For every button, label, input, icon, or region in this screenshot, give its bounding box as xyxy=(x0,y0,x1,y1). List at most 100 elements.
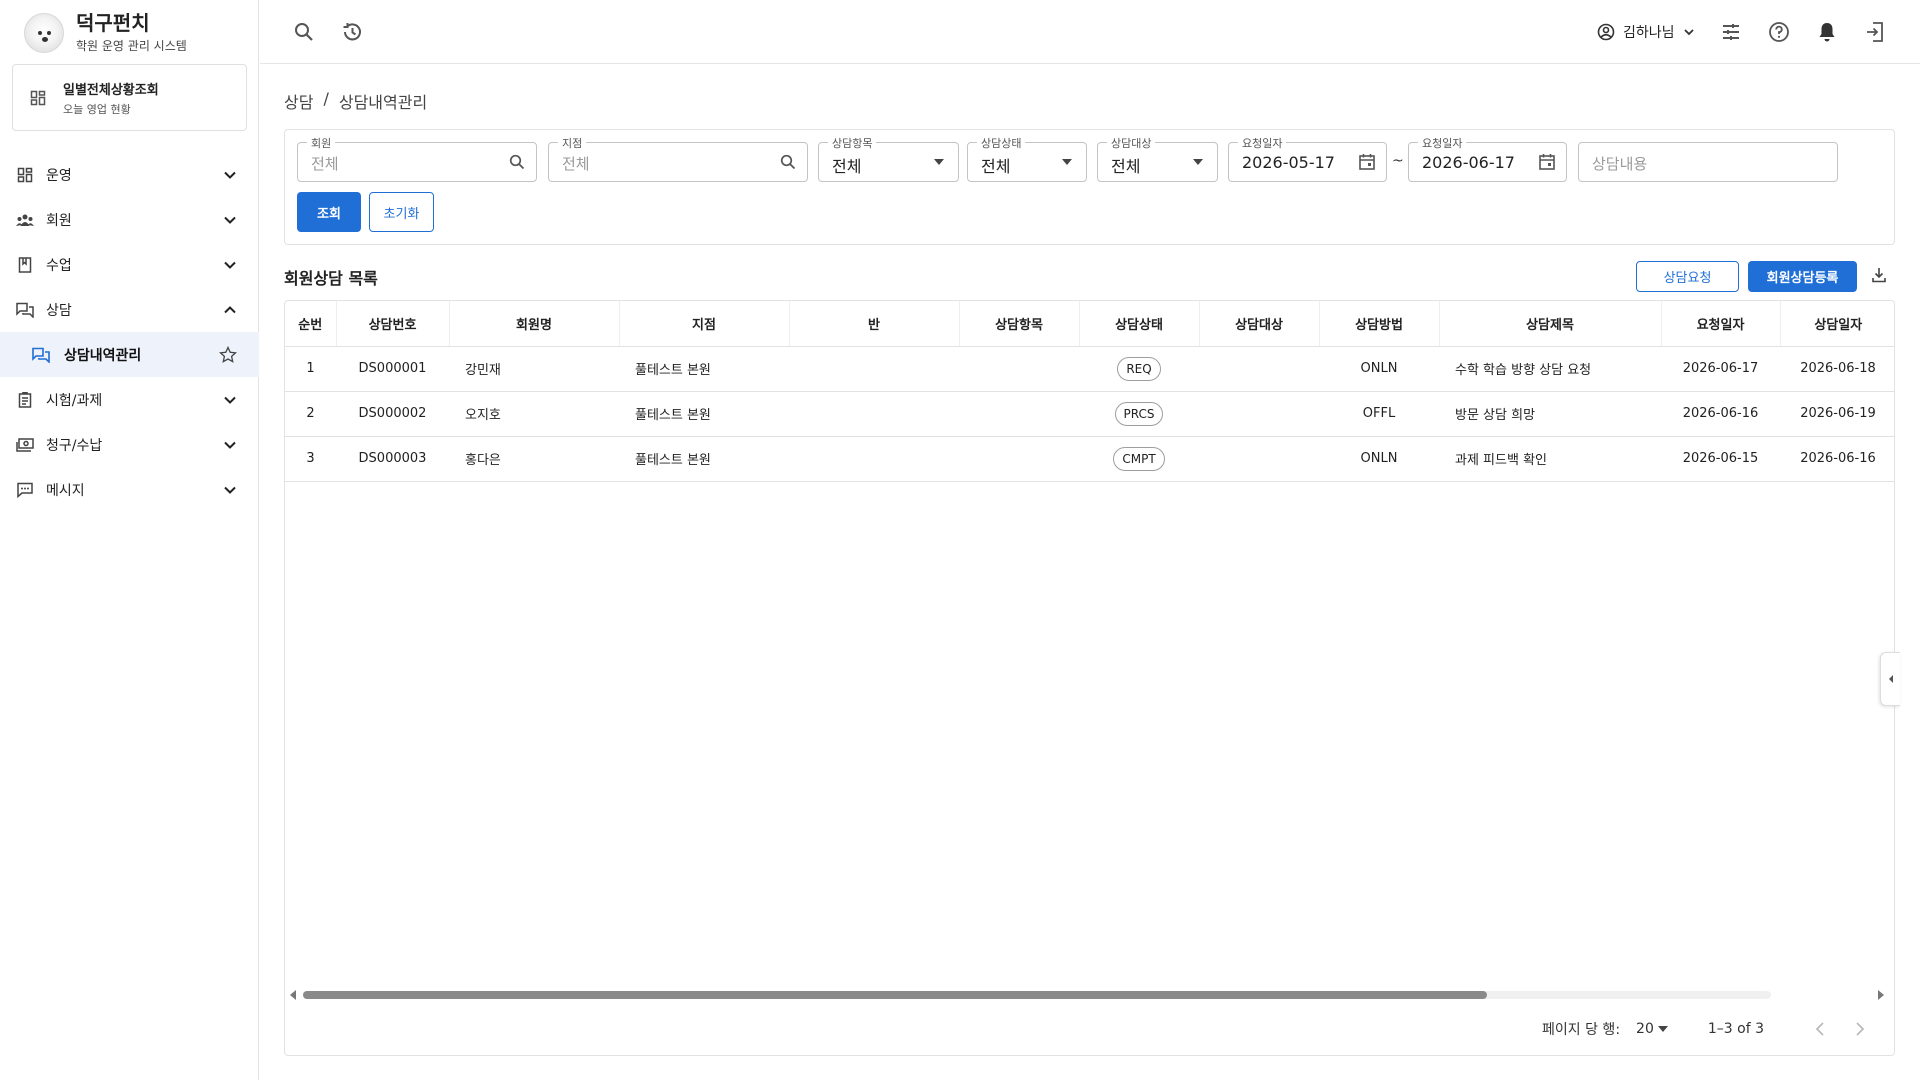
cell-class xyxy=(789,391,959,437)
history-icon[interactable] xyxy=(340,20,364,44)
sidebar-item-class[interactable]: 수업 xyxy=(0,242,259,287)
brand-title: 덕구펀치 xyxy=(76,11,150,35)
sidebar-item-billing[interactable]: 청구/수납 xyxy=(0,422,259,467)
user-menu[interactable]: 김하나님 xyxy=(1597,20,1695,44)
sidebar-item-operation[interactable]: 운영 xyxy=(0,152,259,197)
search-icon[interactable] xyxy=(778,152,798,172)
brand-logo xyxy=(24,13,64,53)
sidebar-item-label: 상담 xyxy=(46,302,72,319)
column-header[interactable]: 회원명 xyxy=(449,301,620,347)
search-icon[interactable] xyxy=(292,20,316,44)
column-header[interactable]: 순번 xyxy=(285,301,337,347)
cell-consult-no: DS000003 xyxy=(336,436,449,482)
table-row[interactable]: 1 DS000001 강민재 풀테스트 본원 REQ ONLN 수학 학습 방향… xyxy=(285,346,1894,392)
caret-down-icon xyxy=(1657,1026,1668,1032)
date-to-value: 2026-06-17 xyxy=(1422,153,1515,172)
sidebar-item-member[interactable]: 회원 xyxy=(0,197,259,242)
brand[interactable]: 덕구펀치 학원 운영 관리 시스템 xyxy=(24,10,187,56)
column-header[interactable]: 지점 xyxy=(619,301,790,347)
consult-register-button[interactable]: 회원상담등록 xyxy=(1748,261,1857,292)
bell-icon[interactable] xyxy=(1815,20,1839,44)
next-page-icon[interactable] xyxy=(1846,1015,1874,1043)
sidebar-item-exam[interactable]: 시험/과제 xyxy=(0,377,259,422)
star-icon[interactable] xyxy=(219,345,237,364)
cell-title: 수학 학습 방향 상담 요청 xyxy=(1439,346,1661,392)
sidebar-item-label: 회원 xyxy=(46,212,72,229)
sidebar-subitem-label: 상담내역관리 xyxy=(64,347,142,364)
cell-category xyxy=(959,436,1079,482)
consult-grid: 순번 상담번호 회원명 지점 반 상담항목 상담상태 상담대상 상담방법 상담제… xyxy=(284,300,1895,1056)
dashboard-shortcut[interactable]: 일별전체상황조회 오늘 영업 현황 xyxy=(12,64,247,131)
brand-subtitle: 학원 운영 관리 시스템 xyxy=(76,39,187,53)
horizontal-scrollbar[interactable] xyxy=(285,985,1894,1003)
column-header[interactable]: 상담항목 xyxy=(959,301,1080,347)
list-title: 회원상담 목록 xyxy=(284,269,378,288)
target-select[interactable]: 상담대상 전체 xyxy=(1097,135,1218,182)
cell-seq: 3 xyxy=(285,436,336,482)
cell-member: 홍다은 xyxy=(449,436,619,482)
breadcrumb-parent[interactable]: 상담 xyxy=(284,89,313,113)
scroll-right-arrow[interactable] xyxy=(1876,989,1886,1001)
table-row[interactable]: 3 DS000003 홍다은 풀테스트 본원 CMPT ONLN 과제 피드백 … xyxy=(285,436,1894,482)
previous-page-icon[interactable] xyxy=(1806,1015,1834,1043)
logout-icon[interactable] xyxy=(1863,20,1887,44)
money-icon xyxy=(16,436,34,454)
column-header[interactable]: 상담일자 xyxy=(1780,301,1894,347)
calendar-icon[interactable] xyxy=(1357,152,1377,172)
date-from-value: 2026-05-17 xyxy=(1242,153,1335,172)
sidebar-item-consult[interactable]: 상담 xyxy=(0,287,259,332)
rows-per-page-select[interactable]: 20 xyxy=(1636,1021,1668,1037)
request-date-from-field[interactable]: 요청일자 2026-05-17 xyxy=(1228,135,1387,182)
download-icon[interactable] xyxy=(1871,267,1887,283)
branch-search-field[interactable]: 지점 전체 xyxy=(548,135,808,182)
column-header[interactable]: 반 xyxy=(789,301,960,347)
member-field-placeholder: 전체 xyxy=(311,155,339,173)
help-icon[interactable] xyxy=(1767,20,1791,44)
cell-target xyxy=(1199,391,1319,437)
caret-down-icon xyxy=(1188,152,1208,172)
column-header[interactable]: 상담번호 xyxy=(336,301,450,347)
scroll-left-arrow[interactable] xyxy=(288,989,298,1001)
category-select[interactable]: 상담항목 전체 xyxy=(818,135,959,182)
column-header[interactable]: 상담대상 xyxy=(1199,301,1320,347)
table-row[interactable]: 2 DS000002 오지호 풀테스트 본원 PRCS OFFL 방문 상담 희… xyxy=(285,391,1894,437)
status-select-value: 전체 xyxy=(981,157,1011,176)
sidebar-subitem-consult-history[interactable]: 상담내역관리 xyxy=(0,332,259,377)
search-button[interactable]: 조회 xyxy=(297,192,361,232)
top-bar: 김하나님 xyxy=(260,0,1920,64)
cell-category xyxy=(959,391,1079,437)
calendar-icon[interactable] xyxy=(1537,152,1557,172)
cell-target xyxy=(1199,436,1319,482)
cell-status: CMPT xyxy=(1079,436,1199,482)
column-header[interactable]: 상담상태 xyxy=(1079,301,1200,347)
breadcrumb-current: 상담내역관리 xyxy=(338,93,428,112)
cell-status: PRCS xyxy=(1079,391,1199,437)
dashboard-icon xyxy=(30,90,46,106)
consult-request-button[interactable]: 상담요청 xyxy=(1636,261,1739,292)
account-circle-icon xyxy=(1597,23,1615,41)
cell-consult-no: DS000001 xyxy=(336,346,449,392)
tune-icon[interactable] xyxy=(1719,20,1743,44)
book-icon xyxy=(16,256,34,274)
consult-content-input[interactable]: 상담내용 xyxy=(1578,142,1838,182)
member-search-field[interactable]: 회원 전체 xyxy=(297,135,537,182)
cell-branch: 풀테스트 본원 xyxy=(619,346,789,392)
cell-branch: 풀테스트 본원 xyxy=(619,391,789,437)
caret-down-icon xyxy=(1057,152,1077,172)
cell-consult-date: 2026-06-19 xyxy=(1780,391,1894,437)
sidebar-item-message[interactable]: 메시지 xyxy=(0,467,259,512)
chevron-down-icon xyxy=(223,483,237,497)
chat-icon xyxy=(32,347,50,363)
column-header[interactable]: 요청일자 xyxy=(1661,301,1781,347)
column-header[interactable]: 상담방법 xyxy=(1319,301,1440,347)
scrollbar-thumb[interactable] xyxy=(303,991,1487,999)
column-header[interactable]: 상담제목 xyxy=(1439,301,1662,347)
reset-button[interactable]: 초기화 xyxy=(369,192,434,232)
chat-icon xyxy=(16,301,34,319)
cell-consult-date: 2026-06-16 xyxy=(1780,436,1894,482)
side-panel-toggle[interactable] xyxy=(1880,652,1900,706)
status-select[interactable]: 상담상태 전체 xyxy=(967,135,1087,182)
search-icon[interactable] xyxy=(507,152,527,172)
cell-method: ONLN xyxy=(1319,436,1439,482)
request-date-to-field[interactable]: 요청일자 2026-06-17 xyxy=(1408,135,1567,182)
